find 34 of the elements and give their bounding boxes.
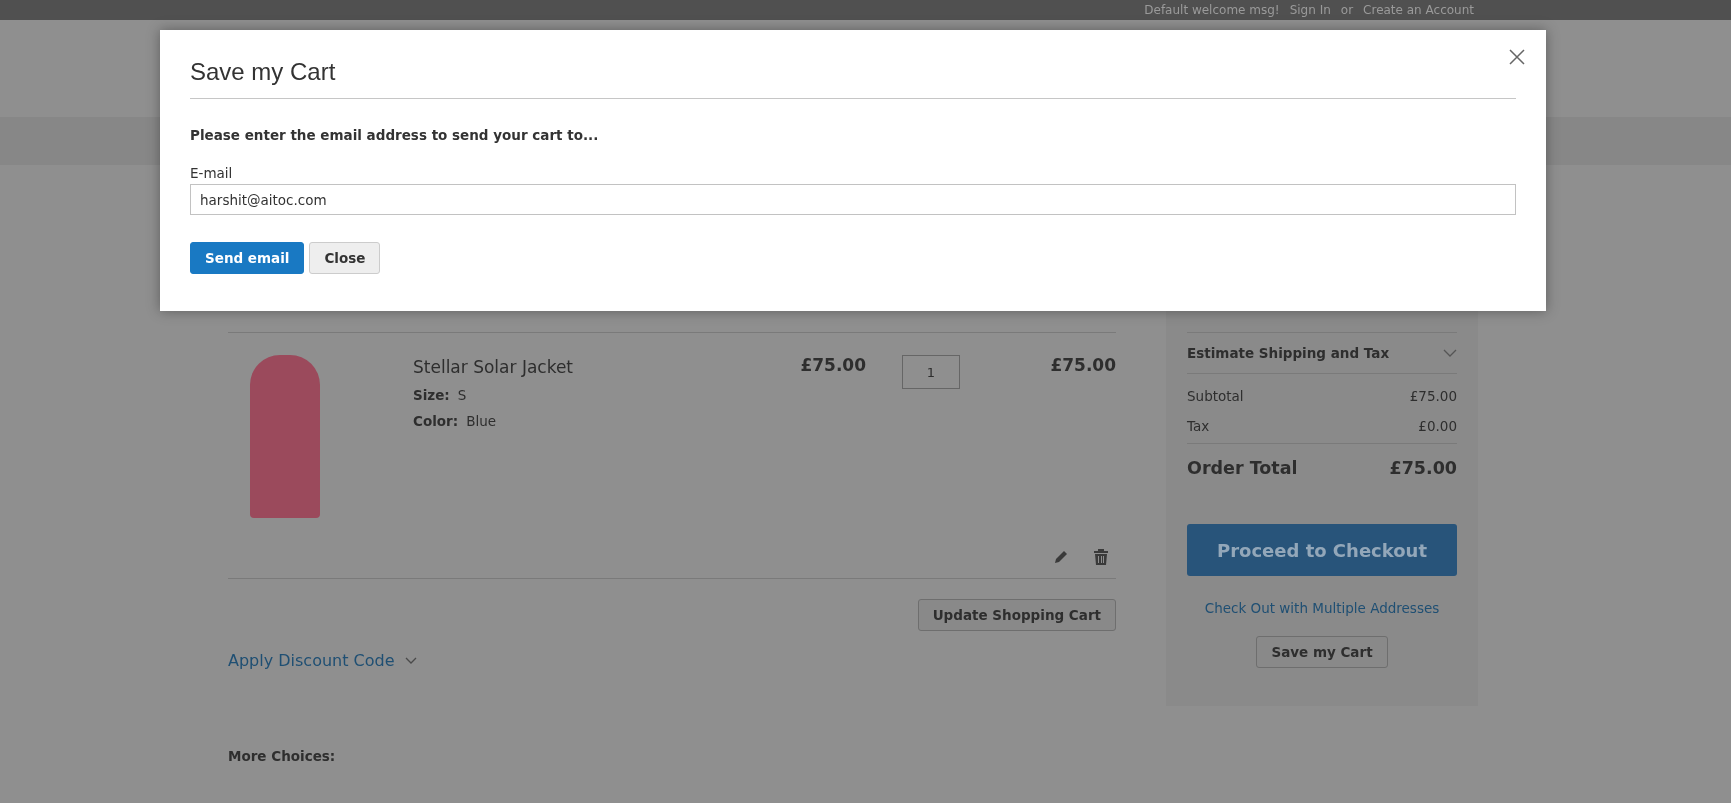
product-subtotal: £75.00 [1049, 355, 1116, 375]
header-link[interactable]: Sign In [1289, 3, 1331, 17]
product-option: Size: S [413, 387, 766, 403]
pencil-icon[interactable] [1052, 548, 1070, 566]
total-label: Order Total [1187, 458, 1298, 478]
section-heading: More Choices: [228, 748, 337, 764]
dialog-title: Save my Cart [190, 58, 1516, 99]
chevron-down-icon[interactable] [404, 656, 417, 665]
email-field[interactable]: harshit@aitoc.com [190, 184, 1516, 215]
product-option: Color: Blue [413, 413, 766, 429]
close-icon[interactable] [1508, 48, 1526, 66]
discount-link[interactable]: Apply Discount Code [228, 651, 395, 670]
header-link[interactable]: Default welcome msg! [1144, 3, 1280, 17]
total-label: Tax [1187, 418, 1210, 434]
product-name[interactable]: Stellar Solar Jacket [413, 357, 766, 377]
trash-icon[interactable] [1092, 548, 1110, 566]
quantity-field[interactable]: 1 [902, 355, 960, 389]
header-link[interactable]: or [1340, 3, 1354, 17]
total-value: £75.00 [1409, 388, 1457, 404]
close-button[interactable]: Close [309, 242, 381, 274]
update-cart-button[interactable]: Update Shopping Cart [917, 599, 1116, 631]
dialog-instruction: Please enter the email address to send your cart to... [190, 127, 600, 143]
chevron-icon[interactable] [1443, 348, 1457, 358]
multiple-addresses-link[interactable]: Check Out with Multiple Addresses [1187, 600, 1457, 616]
save-cart-button[interactable]: Save my Cart [1256, 636, 1388, 668]
total-value: £75.00 [1389, 458, 1457, 478]
product-price: £75.00 [799, 355, 866, 375]
send-email-button[interactable]: Send email [190, 242, 305, 274]
checkout-button[interactable]: Proceed to Checkout [1187, 524, 1457, 576]
total-value: £0.00 [1418, 418, 1457, 434]
total-label: Subtotal [1187, 388, 1244, 404]
estimate-shipping-toggle[interactable]: Estimate Shipping and Tax [1187, 332, 1457, 374]
header-link[interactable]: Create an Account [1363, 3, 1474, 17]
field-label: E-mail [190, 165, 234, 181]
